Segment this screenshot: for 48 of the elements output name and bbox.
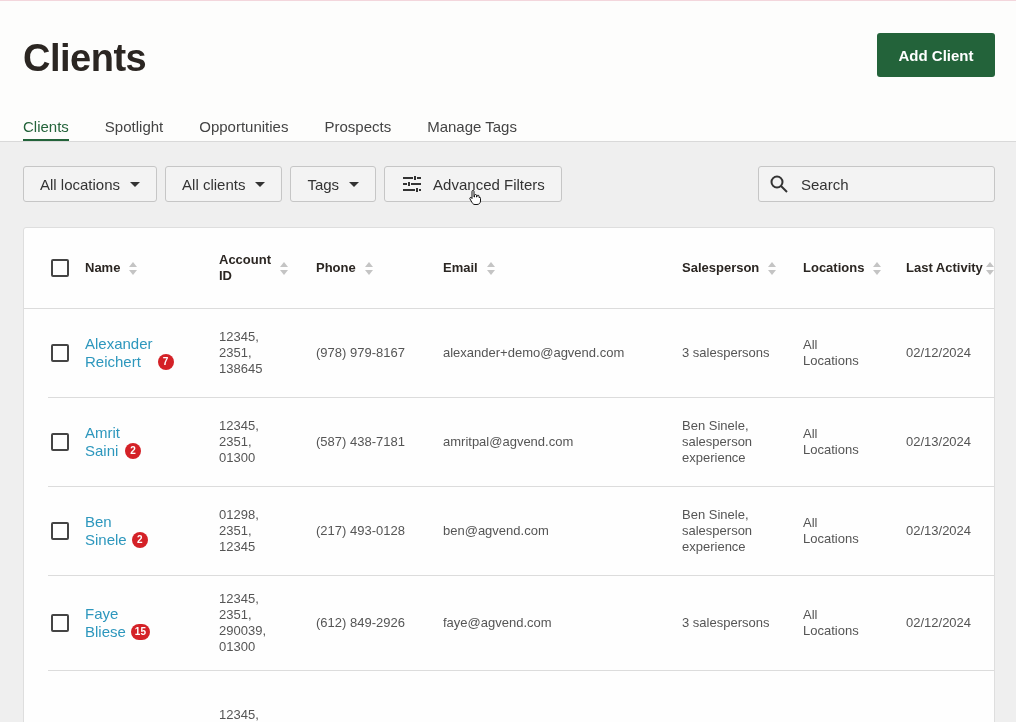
tag-count-badge: 2 [125, 443, 141, 459]
locations-text: All Locations [803, 337, 860, 369]
column-header[interactable]: Phone [316, 260, 356, 276]
filter-dropdown[interactable]: All locations [23, 166, 158, 202]
account-id-text: 12345, 2351, 01300 [219, 418, 260, 466]
filter-dropdown[interactable]: All clients [165, 166, 283, 202]
phone-text: (587) 438-7181 [316, 434, 405, 449]
last-activity-text: 02/12/2024 [906, 345, 972, 360]
column-header[interactable]: Account ID [219, 252, 271, 284]
email-text: amritpal@agvend.com [443, 434, 574, 449]
column-header[interactable]: Locations [803, 260, 865, 276]
account-id-text: 12345, 2351, 290039, 01300 [219, 591, 267, 655]
tab[interactable]: Opportunities [199, 113, 289, 141]
phone-text: (612) 849-2926 [316, 615, 405, 630]
phone-text: (978) 979-8167 [316, 345, 405, 360]
salesperson-text: Ben Sinele, salesperson experience [682, 418, 754, 466]
advanced-filters-button[interactable]: Advanced Filters [384, 166, 562, 202]
tab[interactable]: Spotlight [104, 113, 164, 141]
add-client-button[interactable]: Add Client [877, 33, 995, 77]
last-activity-text: 02/12/2024 [906, 615, 972, 630]
salesperson-text: Ben Sinele, salesperson experience [682, 507, 754, 555]
column-header[interactable]: Last Activity [906, 260, 983, 276]
page-title: Clients [23, 36, 147, 80]
tab[interactable]: Clients [23, 113, 69, 141]
tab[interactable]: Manage Tags [427, 113, 517, 141]
salesperson-text: 3 salespersons [682, 345, 771, 361]
email-text: faye@agvend.com [443, 615, 552, 630]
last-activity-text: 02/13/2024 [906, 434, 972, 449]
column-header[interactable]: Name [85, 260, 121, 276]
account-id-text: 01298, 2351, 12345 [219, 507, 260, 555]
email-text: alexander+demo@agvend.com [443, 345, 625, 360]
locations-text: All Locations [803, 426, 860, 458]
tag-count-badge: 7 [157, 354, 174, 370]
phone-text: (217) 493-0128 [316, 523, 405, 538]
tag-count-badge: 15 [130, 624, 150, 640]
account-id-text: 12345, 2351, 138645 [219, 329, 264, 377]
locations-text: All Locations [803, 607, 860, 639]
column-header[interactable]: Salesperson [682, 260, 760, 276]
account-id-text: 12345, [219, 707, 260, 722]
tab[interactable]: Prospects [324, 113, 392, 141]
search-field[interactable]: Search [758, 166, 995, 202]
filter-dropdown[interactable]: Tags [290, 166, 377, 202]
tag-count-badge: 2 [131, 532, 148, 548]
salesperson-text: 3 salespersons [682, 615, 771, 631]
column-header[interactable]: Email [443, 260, 478, 276]
last-activity-text: 02/13/2024 [906, 523, 972, 538]
locations-text: All Locations [803, 515, 860, 547]
email-text: ben@agvend.com [443, 523, 549, 538]
